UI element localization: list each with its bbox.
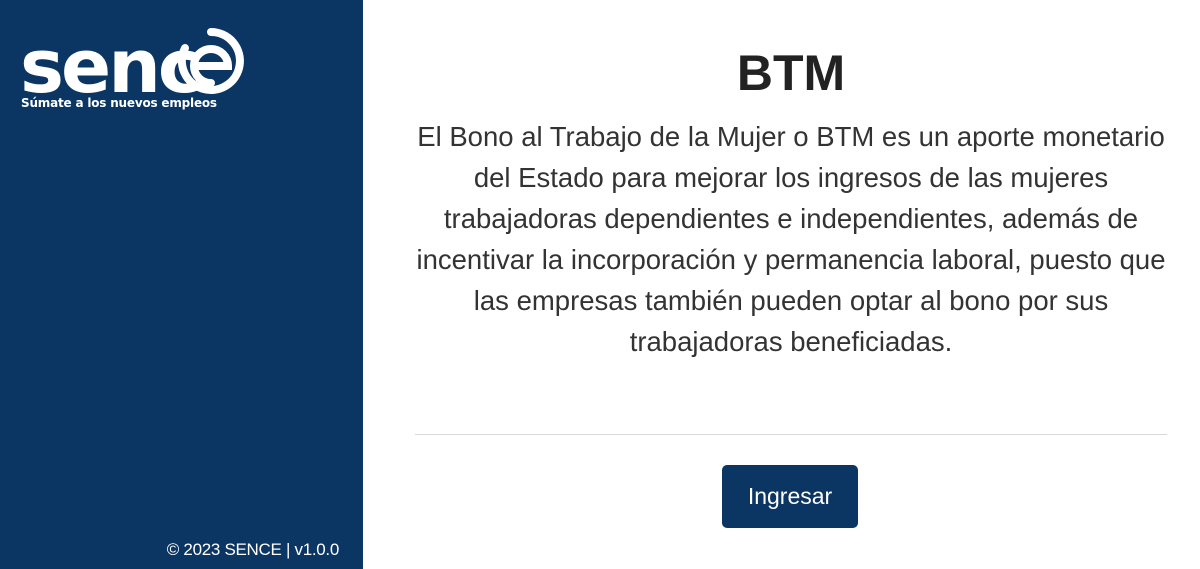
main-panel: BTM El Bono al Trabajo de la Mujer o BTM… bbox=[363, 0, 1200, 569]
logo-wordmark: senc bbox=[20, 24, 202, 110]
sence-logo: senc Súmate a los nuevos empleos bbox=[18, 22, 258, 114]
page-title: BTM bbox=[736, 45, 846, 101]
logo-e-ring-icon bbox=[177, 28, 244, 94]
program-description: El Bono al Trabajo de la Mujer o BTM es … bbox=[416, 121, 1166, 357]
content-divider bbox=[415, 434, 1167, 435]
login-button[interactable]: Ingresar bbox=[722, 465, 858, 528]
sidebar: senc Súmate a los nuevos empleos © 2023 … bbox=[0, 0, 363, 569]
intro-content: BTM El Bono al Trabajo de la Mujer o BTM… bbox=[415, 42, 1167, 362]
logo-tagline: Súmate a los nuevos empleos bbox=[21, 96, 217, 110]
app-page: senc Súmate a los nuevos empleos © 2023 … bbox=[0, 0, 1200, 569]
copyright-version: © 2023 SENCE | v1.0.0 bbox=[166, 540, 340, 559]
